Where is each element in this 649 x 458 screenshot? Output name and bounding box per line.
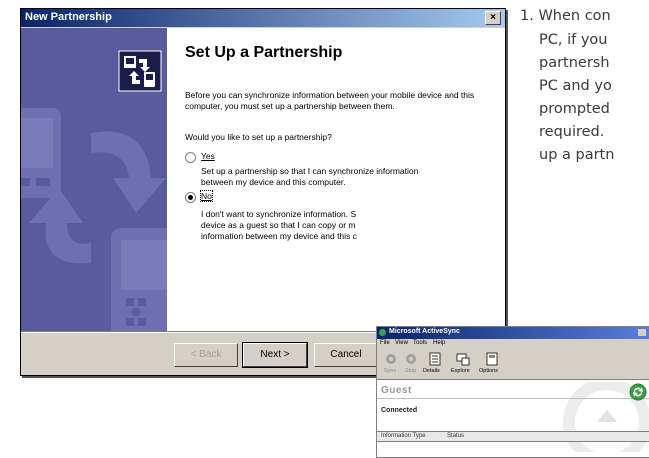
minimize-icon[interactable] (638, 329, 646, 336)
yes-description: Set up a partnership so that I can synch… (201, 166, 419, 187)
cancel-button[interactable]: Cancel (314, 343, 378, 367)
menu-file[interactable]: File (380, 340, 390, 346)
details-button[interactable]: Details (423, 352, 447, 378)
no-description-line-2: device as a guest so that I can copy or … (201, 220, 356, 230)
stop-button[interactable]: Stop (403, 352, 419, 378)
back-button[interactable]: < Back (174, 343, 238, 367)
guest-divider (377, 398, 649, 399)
wizard-heading: Set Up a Partnership (185, 44, 343, 61)
wizard-question: Would you like to set up a partnership? (185, 132, 332, 142)
wizard-content: Set Up a Partnership Before you can sync… (167, 28, 505, 331)
col-information-type[interactable]: Information Type (381, 433, 426, 439)
dialog-title-bar[interactable]: New Partnership × (21, 9, 505, 27)
yes-label[interactable]: Yes (201, 151, 215, 161)
activesync-toolbar: Sync Stop Details Explore Options (377, 349, 649, 380)
explore-label: Explore (451, 368, 470, 374)
no-radio[interactable] (185, 192, 196, 203)
sync-app-icon (379, 329, 386, 336)
activesync-body (377, 380, 649, 457)
no-label[interactable]: No (200, 190, 213, 202)
manual-line-4: PC and yo (539, 78, 612, 94)
manual-line-5: prompted (539, 101, 610, 117)
manual-line-2: PC, if you (539, 32, 608, 48)
connection-status: Connected (381, 407, 418, 414)
stop-icon (406, 354, 416, 364)
manual-line-6: required. (539, 124, 605, 140)
manual-line-1: 1. When con (520, 8, 611, 24)
sync-label: Sync (384, 368, 397, 374)
activesync-window: Microsoft ActiveSync File View Tools Hel… (376, 326, 649, 458)
device-name: Guest (381, 385, 412, 396)
col-status[interactable]: Status (447, 433, 464, 439)
wizard-intro: Before you can synchronize information b… (185, 90, 475, 111)
new-partnership-dialog: New Partnership × Set Up a Partnership B… (20, 8, 506, 376)
sync-icon (386, 354, 396, 364)
no-description-line-3: information between my device and this c (201, 231, 357, 241)
close-icon[interactable]: × (485, 11, 501, 25)
banner-art (21, 50, 167, 331)
options-button[interactable]: Options (479, 352, 505, 378)
yes-radio[interactable] (185, 152, 196, 163)
options-label: Options (479, 368, 498, 374)
next-button[interactable]: Next > (242, 342, 308, 368)
partnership-icon (118, 50, 162, 92)
menu-view[interactable]: View (395, 340, 408, 346)
wizard-banner (21, 28, 167, 331)
activesync-title: Microsoft ActiveSync (389, 328, 460, 335)
details-icon (429, 352, 441, 366)
activesync-title-bar[interactable]: Microsoft ActiveSync (377, 327, 649, 339)
sync-button[interactable]: Sync (383, 352, 399, 378)
sync-green-icon[interactable] (629, 383, 647, 401)
activesync-menu-bar: File View Tools Help (377, 339, 649, 349)
explore-icon (456, 353, 470, 366)
info-table-header: Information Type Status (377, 431, 649, 442)
explore-button[interactable]: Explore (451, 352, 475, 378)
menu-tools[interactable]: Tools (413, 340, 427, 346)
options-icon (486, 352, 498, 366)
menu-help[interactable]: Help (433, 340, 445, 346)
dialog-title: New Partnership (25, 11, 112, 23)
details-label: Details (423, 368, 440, 374)
manual-line-3: partnersh (539, 55, 610, 71)
no-description-line-1: I don't want to synchronize information.… (201, 209, 357, 219)
manual-line-7: up a partn (539, 147, 615, 163)
stop-label: Stop (405, 368, 417, 374)
